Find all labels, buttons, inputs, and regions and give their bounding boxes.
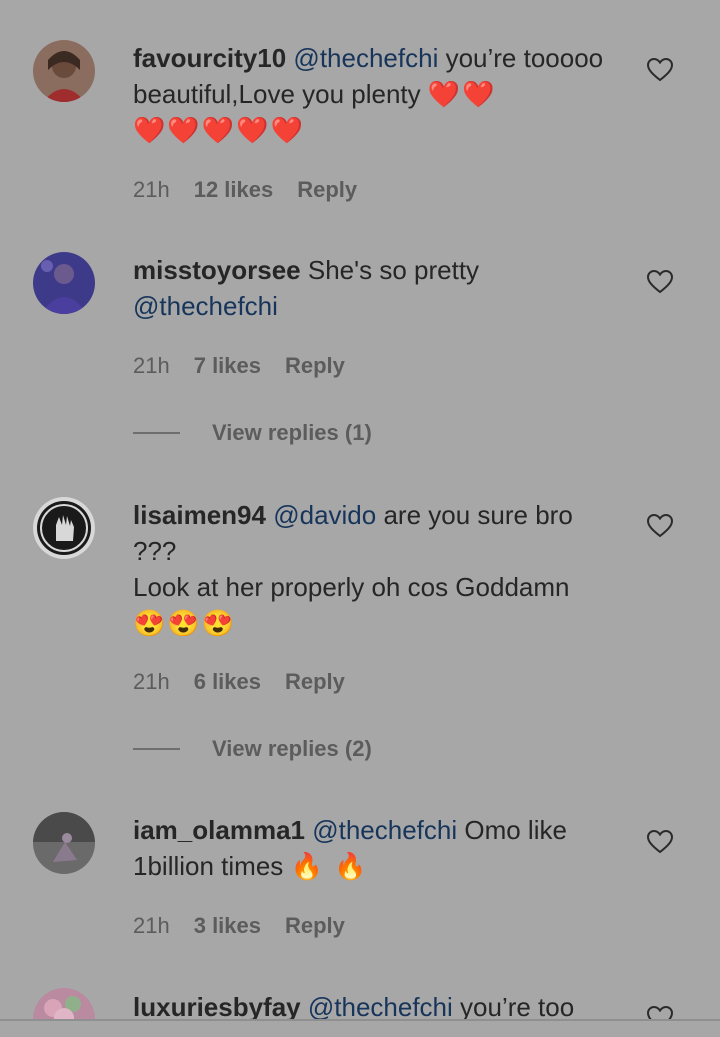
comment-text: favourcity10 @thechefchi you’re tooooo b…	[133, 40, 623, 148]
view-replies-button[interactable]: View replies (1)	[133, 420, 372, 446]
comment-time: 21h	[133, 913, 170, 938]
avatar[interactable]	[33, 812, 95, 874]
reply-button[interactable]: Reply	[285, 913, 345, 939]
heart-outline-icon[interactable]	[647, 514, 673, 538]
divider	[133, 748, 180, 750]
comment-time: 21h	[133, 669, 170, 694]
avatar[interactable]	[33, 40, 95, 102]
likes-count[interactable]: 6 likes	[194, 669, 261, 695]
comment-text: misstoyorsee She's so pretty @thechefchi	[133, 252, 623, 324]
comment-body: Look at her properly oh cos Goddamn	[133, 572, 570, 602]
comment-body: you’re too	[452, 992, 575, 1019]
view-replies-label[interactable]: View replies (2)	[212, 736, 372, 762]
heart-outline-icon[interactable]	[647, 830, 673, 854]
avatar[interactable]	[33, 988, 95, 1019]
mention-link[interactable]: @thechefchi	[308, 992, 453, 1019]
heart-eyes-emojis: 😍😍😍	[133, 608, 237, 638]
mention-link[interactable]: @thechefchi	[293, 43, 438, 73]
comment-text: lisaimen94 @davido are you sure bro ??? …	[133, 497, 623, 641]
comment-meta: 21h 12 likes Reply	[133, 177, 357, 203]
avatar[interactable]	[33, 252, 95, 314]
comment-text: luxuriesbyfay @thechefchi you’re too	[133, 989, 623, 1019]
comment-meta: 21h 7 likes Reply	[133, 353, 345, 379]
reply-button[interactable]: Reply	[285, 669, 345, 695]
heart-emojis: ❤️❤️❤️❤️❤️	[133, 115, 305, 145]
view-replies-label[interactable]: View replies (1)	[212, 420, 372, 446]
comment-username[interactable]: misstoyorsee	[133, 255, 301, 285]
comment-time: 21h	[133, 353, 170, 378]
heart-outline-icon[interactable]	[647, 58, 673, 82]
fire-emojis: 🔥 🔥	[290, 851, 369, 881]
comment-text: iam_olamma1 @thechefchi Omo like 1billio…	[133, 812, 623, 884]
comment-username[interactable]: favourcity10	[133, 43, 286, 73]
bottom-divider	[0, 1019, 720, 1021]
comment-meta: 21h 6 likes Reply	[133, 669, 345, 695]
view-replies-button[interactable]: View replies (2)	[133, 736, 372, 762]
comment-username[interactable]: luxuriesbyfay	[133, 992, 301, 1019]
mention-link[interactable]: @thechefchi	[312, 815, 457, 845]
comment-time: 21h	[133, 177, 170, 202]
comment-username[interactable]: lisaimen94	[133, 500, 266, 530]
heart-emojis: ❤️❤️	[427, 79, 497, 109]
reply-button[interactable]: Reply	[297, 177, 357, 203]
comment-body: She's so pretty	[300, 255, 480, 285]
comment-username[interactable]: iam_olamma1	[133, 815, 305, 845]
avatar[interactable]	[33, 497, 95, 559]
heart-outline-icon[interactable]	[647, 1006, 673, 1019]
mention-link[interactable]: @davido	[273, 500, 376, 530]
comment-meta: 21h 3 likes Reply	[133, 913, 345, 939]
likes-count[interactable]: 12 likes	[194, 177, 274, 203]
likes-count[interactable]: 7 likes	[194, 353, 261, 379]
divider	[133, 432, 180, 434]
reply-button[interactable]: Reply	[285, 353, 345, 379]
heart-outline-icon[interactable]	[647, 270, 673, 294]
likes-count[interactable]: 3 likes	[194, 913, 261, 939]
mention-link[interactable]: @thechefchi	[133, 291, 278, 321]
